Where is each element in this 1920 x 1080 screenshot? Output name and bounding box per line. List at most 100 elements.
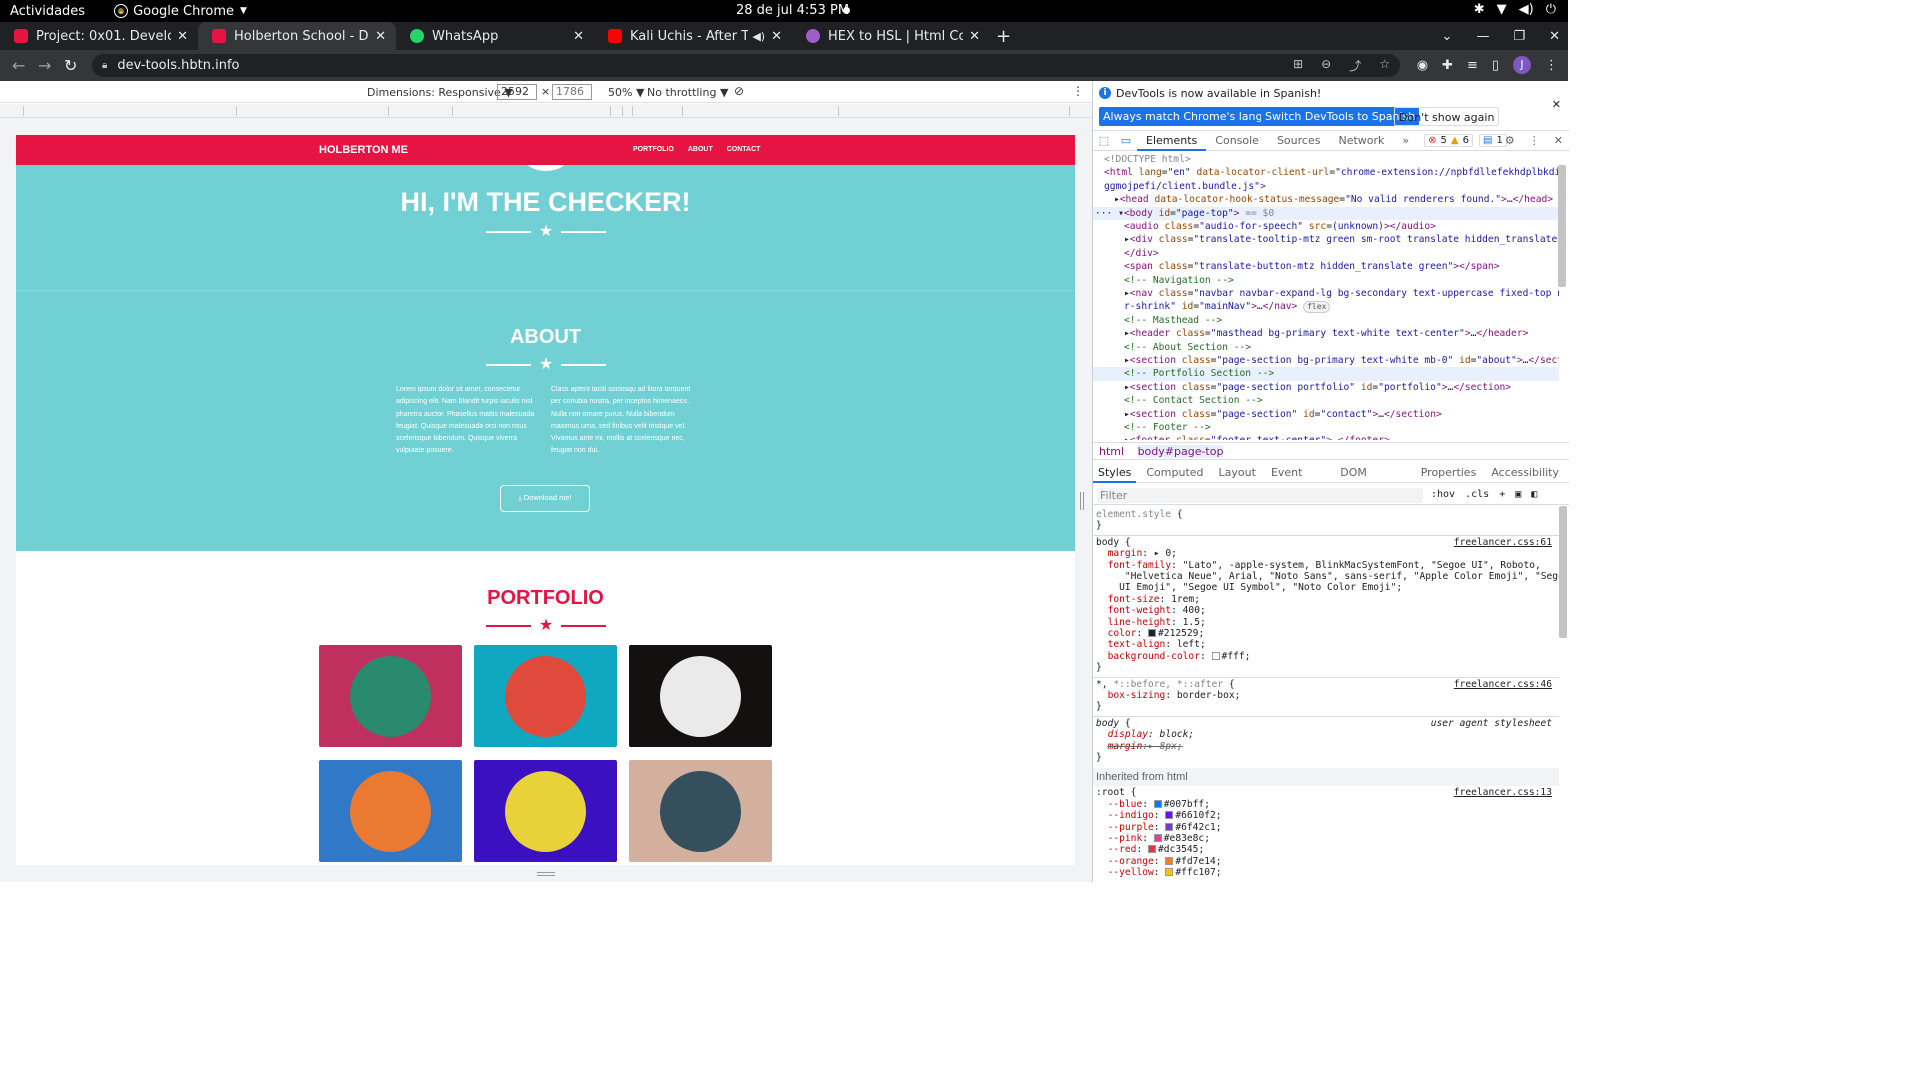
- breadcrumb-html[interactable]: html: [1099, 445, 1124, 458]
- elements-scrollbar[interactable]: [1558, 165, 1566, 287]
- style-line[interactable]: }: [1096, 662, 1558, 673]
- dom-node-line[interactable]: ··· ▾<body id="page-top"> == $0: [1093, 206, 1559, 220]
- dom-node-line[interactable]: <!-- Masthead -->: [1093, 314, 1559, 327]
- close-icon[interactable]: ✕: [969, 29, 980, 44]
- kebab-menu-icon[interactable]: ⋮: [1545, 58, 1558, 73]
- style-line[interactable]: font-weight: 400;: [1096, 605, 1558, 616]
- resize-handle-bottom[interactable]: [537, 872, 555, 876]
- issue-counters[interactable]: ⊗ 5 ▲ 6: [1424, 134, 1473, 147]
- stylesheet-link[interactable]: freelancer.css:46: [1454, 679, 1552, 690]
- close-icon[interactable]: ✕: [1552, 98, 1561, 111]
- styles-filter-input[interactable]: Filter: [1097, 488, 1423, 503]
- style-line[interactable]: margin:▸ 8px;: [1096, 741, 1558, 752]
- activities-button[interactable]: Actividades: [10, 4, 85, 19]
- style-line[interactable]: --purple: #6f42c1;: [1096, 822, 1558, 833]
- subtab-styles[interactable]: Styles: [1093, 463, 1137, 483]
- dom-node-line[interactable]: r-shrink" id="mainNav">…</nav> flex: [1093, 300, 1559, 314]
- style-line[interactable]: line-height: 1.5;: [1096, 617, 1558, 628]
- reading-list-icon[interactable]: ≡: [1467, 58, 1478, 73]
- tab-hex-hsl[interactable]: HEX to HSL | Html Colors ✕: [792, 22, 990, 50]
- subtab-properties[interactable]: Properties: [1416, 463, 1482, 483]
- style-line[interactable]: font-size: 1rem;: [1096, 594, 1558, 605]
- width-input[interactable]: 2592: [497, 84, 537, 100]
- more-options-icon[interactable]: ⋮: [1072, 84, 1084, 98]
- style-line[interactable]: --red: #dc3545;: [1096, 844, 1558, 855]
- subtab-computed[interactable]: Computed: [1141, 463, 1208, 483]
- puzzle-icon[interactable]: ✚: [1442, 58, 1453, 73]
- dom-node-line[interactable]: <!-- Contact Section -->: [1093, 394, 1559, 407]
- media-query-ruler[interactable]: [0, 104, 1092, 118]
- style-line[interactable]: font-family: "Lato", -apple-system, Blin…: [1096, 560, 1558, 571]
- forward-icon[interactable]: →: [38, 56, 52, 75]
- style-line[interactable]: box-sizing: border-box;: [1096, 690, 1558, 701]
- dom-node-line[interactable]: <!-- Navigation -->: [1093, 274, 1559, 287]
- close-icon[interactable]: ✕: [177, 29, 188, 44]
- subtab-dom-breakpoints[interactable]: DOM Breakpoints: [1335, 463, 1410, 499]
- app-menu[interactable]: Google Chrome ▼: [114, 4, 247, 19]
- portfolio-item[interactable]: [474, 645, 617, 747]
- side-panel-icon[interactable]: ▯: [1492, 58, 1499, 73]
- style-line[interactable]: --pink: #e83e8c;: [1096, 833, 1558, 844]
- reload-icon[interactable]: ↻: [64, 56, 78, 75]
- close-icon[interactable]: ✕: [573, 29, 584, 44]
- portfolio-item[interactable]: [319, 645, 462, 747]
- tab-holberton[interactable]: Holberton School - Develo ✕: [198, 22, 396, 50]
- hov-toggle[interactable]: :hov: [1431, 489, 1455, 500]
- dom-node-line[interactable]: <span class="translate-button-mtz hidden…: [1093, 260, 1559, 273]
- style-line[interactable]: margin: ▸ 0;: [1096, 548, 1558, 559]
- style-line[interactable]: }: [1096, 701, 1558, 712]
- bookmark-star-icon[interactable]: ☆: [1379, 57, 1390, 74]
- dimensions-dropdown[interactable]: Dimensions: Responsive ▼: [367, 86, 513, 99]
- tab-whatsapp[interactable]: WhatsApp ✕: [396, 22, 594, 50]
- style-line[interactable]: :root {freelancer.css:13: [1096, 787, 1558, 798]
- dom-node-line[interactable]: ▸<section class="page-section bg-primary…: [1093, 354, 1559, 367]
- back-icon[interactable]: ←: [12, 56, 26, 75]
- nav-link-about[interactable]: ABOUT: [688, 146, 713, 153]
- dom-node-line[interactable]: ggmojpefi/client.bundle.js">: [1093, 180, 1559, 193]
- stylesheet-link[interactable]: freelancer.css:13: [1454, 787, 1552, 798]
- style-line[interactable]: --orange: #fd7e14;: [1096, 856, 1558, 867]
- tab-youtube[interactable]: Kali Uchis - After The S ◀) ✕: [594, 22, 792, 50]
- resize-handle-right[interactable]: [1080, 492, 1084, 510]
- tab-search-icon[interactable]: ⌄: [1442, 29, 1453, 44]
- lock-icon[interactable]: 🔒︎: [102, 60, 107, 71]
- download-button[interactable]: ⤓ Download me!: [500, 485, 590, 512]
- new-rule-button[interactable]: +: [1499, 489, 1505, 500]
- device-toggle-icon[interactable]: ▭: [1115, 134, 1137, 147]
- cls-toggle[interactable]: .cls: [1465, 489, 1489, 500]
- system-tray[interactable]: ✱ ▼ ◀) ⏻: [1474, 2, 1556, 17]
- style-line[interactable]: --indigo: #6610f2;: [1096, 810, 1558, 821]
- dom-node-line[interactable]: ▸<div class="translate-tooltip-mtz green…: [1093, 233, 1559, 246]
- close-icon[interactable]: ✕: [771, 29, 782, 44]
- dom-node-line[interactable]: ▸<section class="page-section portfolio"…: [1093, 381, 1559, 394]
- stylesheet-link[interactable]: freelancer.css:61: [1454, 537, 1552, 548]
- subtab-accessibility[interactable]: Accessibility: [1486, 463, 1564, 483]
- dom-node-line[interactable]: <!-- About Section -->: [1093, 341, 1559, 354]
- throttling-dropdown[interactable]: No throttling ▼: [647, 86, 728, 99]
- tab-elements[interactable]: Elements: [1137, 131, 1207, 151]
- styles-scrollbar[interactable]: [1559, 506, 1567, 638]
- style-line[interactable]: }: [1096, 752, 1558, 763]
- nav-link-contact[interactable]: CONTACT: [727, 146, 761, 153]
- tab-network[interactable]: Network: [1329, 131, 1393, 151]
- tab-sources[interactable]: Sources: [1268, 131, 1330, 151]
- style-line[interactable]: text-align: left;: [1096, 639, 1558, 650]
- nav-link-portfolio[interactable]: PORTFOLIO: [633, 146, 674, 153]
- tab-project[interactable]: Project: 0x01. Developer t ✕: [0, 22, 198, 50]
- style-line[interactable]: background-color: #fff;: [1096, 651, 1558, 662]
- zoom-dropdown[interactable]: 50% ▼: [608, 86, 644, 99]
- extension-icon[interactable]: ◉: [1417, 58, 1428, 73]
- sidebar-toggle-icon[interactable]: ◧: [1531, 489, 1537, 500]
- tab-console[interactable]: Console: [1206, 131, 1268, 151]
- rotate-icon[interactable]: ⊘: [734, 84, 744, 98]
- message-counter[interactable]: ▤ 1: [1478, 134, 1507, 147]
- subtab-layout[interactable]: Layout: [1214, 463, 1261, 483]
- clock[interactable]: 28 de jul 4:53 PM: [736, 3, 849, 18]
- subtab-event-listeners[interactable]: Event Listeners: [1266, 463, 1330, 499]
- style-line[interactable]: --yellow: #ffc107;: [1096, 867, 1558, 878]
- dom-node-line[interactable]: ▸<footer class="footer text-center">…</f…: [1093, 434, 1559, 440]
- new-tab-button[interactable]: +: [996, 26, 1011, 47]
- dom-node-line[interactable]: <audio class="audio-for-speech" src=(unk…: [1093, 220, 1559, 233]
- dom-node-line[interactable]: <html lang="en" data-locator-client-url=…: [1093, 166, 1559, 179]
- style-line[interactable]: body {freelancer.css:61: [1096, 537, 1558, 548]
